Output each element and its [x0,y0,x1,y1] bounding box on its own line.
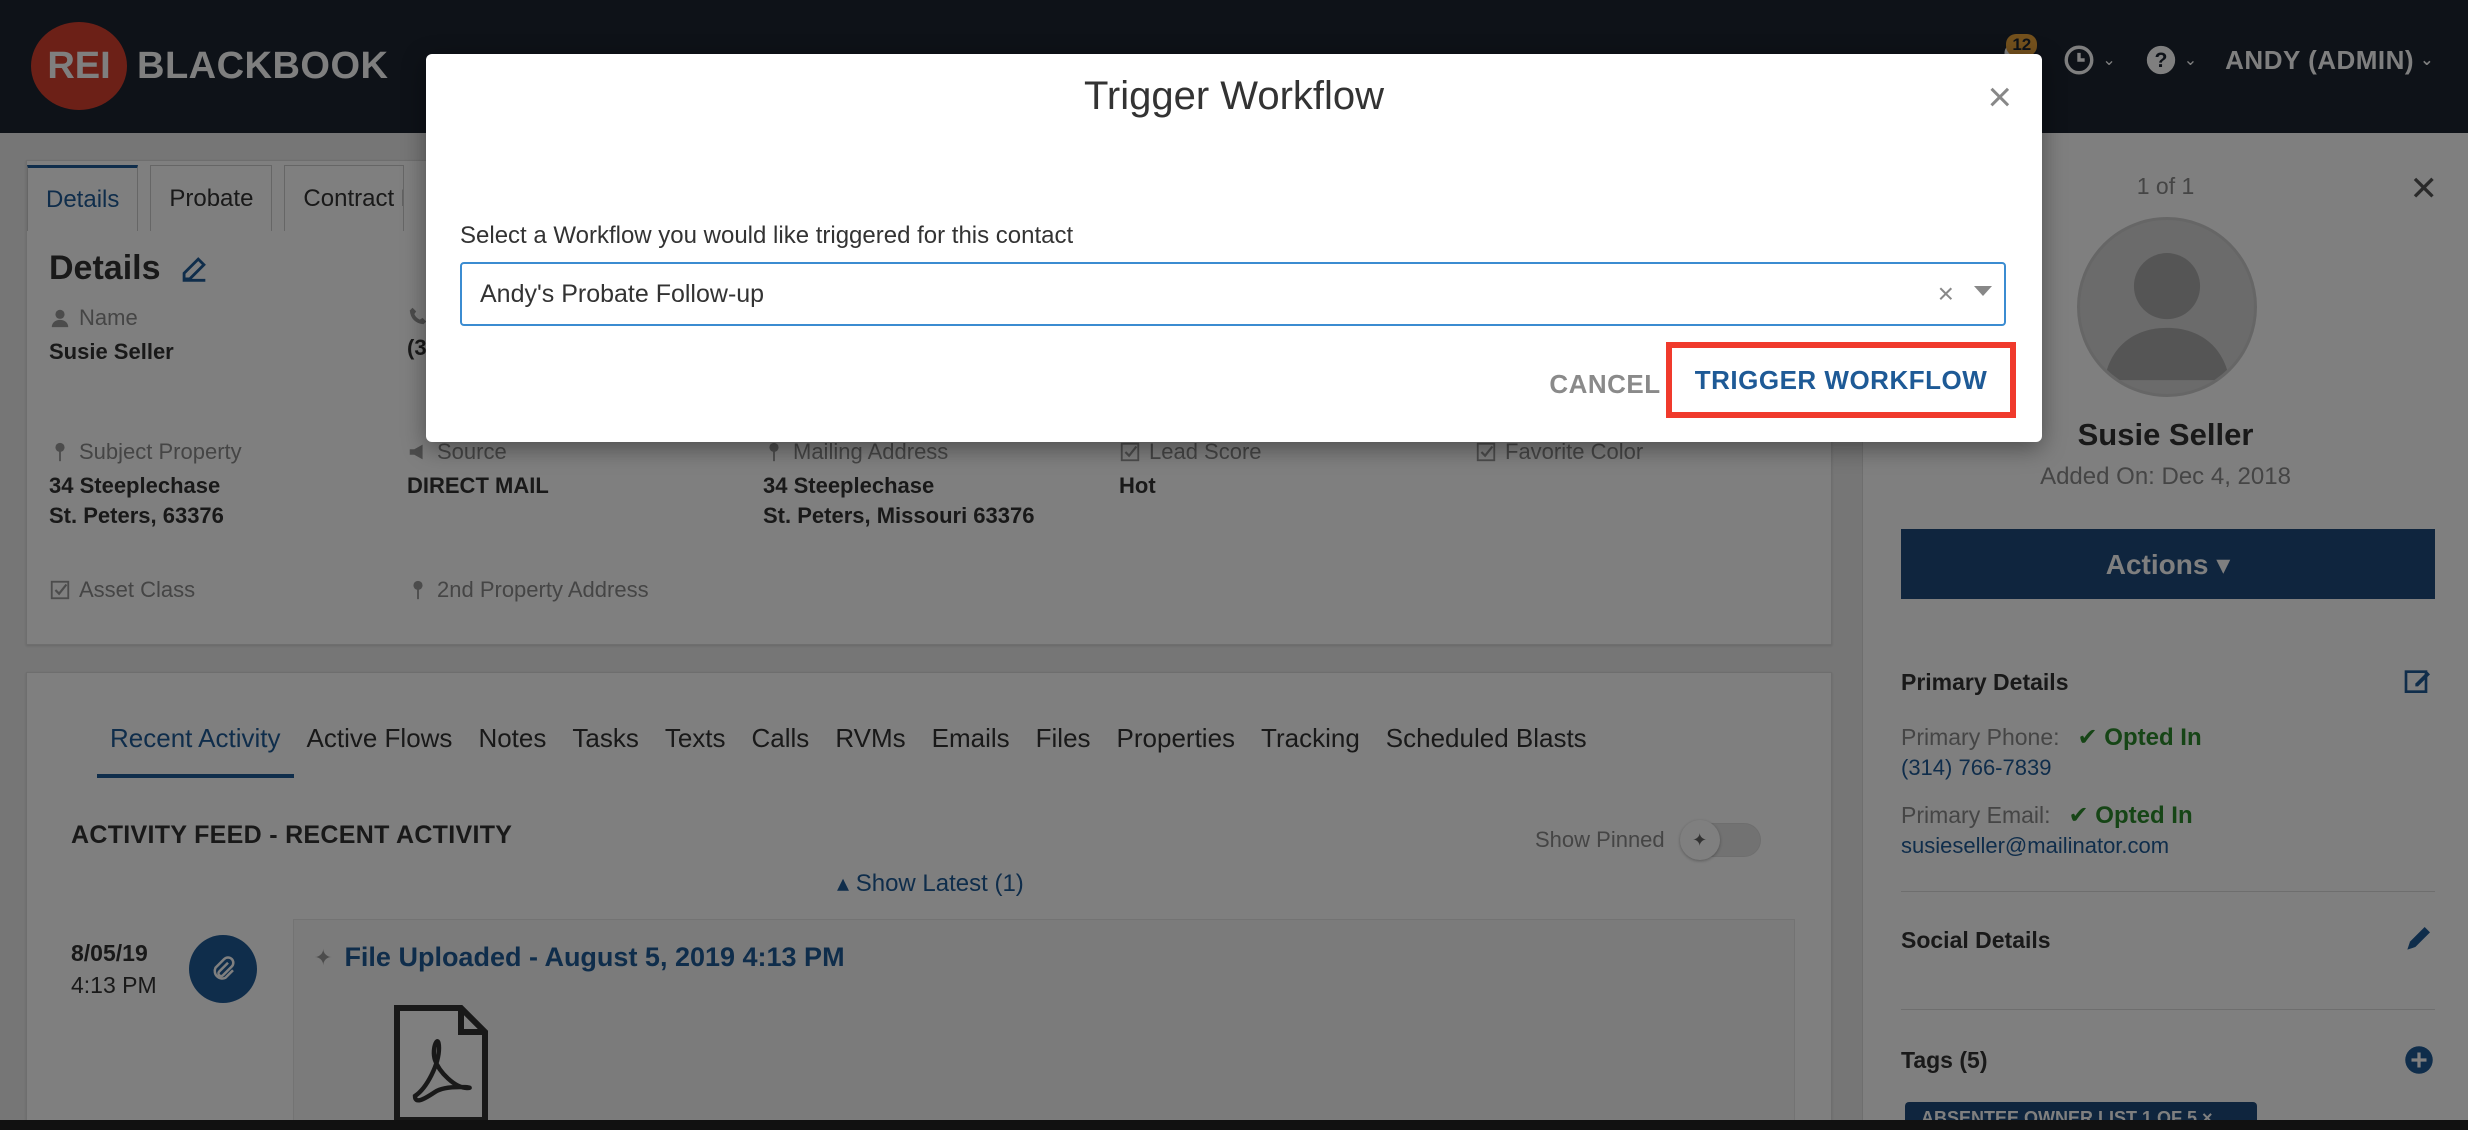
modal-title: Trigger Workflow [1083,74,1385,118]
workflow-select-label: Select a Workflow you would like trigger… [460,222,1074,249]
clear-selection-icon[interactable]: × [1938,278,1954,310]
cancel-button[interactable]: CANCEL [1520,354,1690,414]
workflow-selected-value: Andy's Probate Follow-up [480,279,765,308]
trigger-workflow-button[interactable]: TRIGGER WORKFLOW [1666,342,2016,418]
bottom-strip [0,1120,2468,1130]
close-icon[interactable]: × [1987,76,2012,118]
trigger-workflow-modal: Trigger Workflow × Select a Workflow you… [426,54,2042,442]
dropdown-arrow-icon[interactable] [1974,286,1992,296]
workflow-select[interactable]: Andy's Probate Follow-up × [460,262,2006,326]
